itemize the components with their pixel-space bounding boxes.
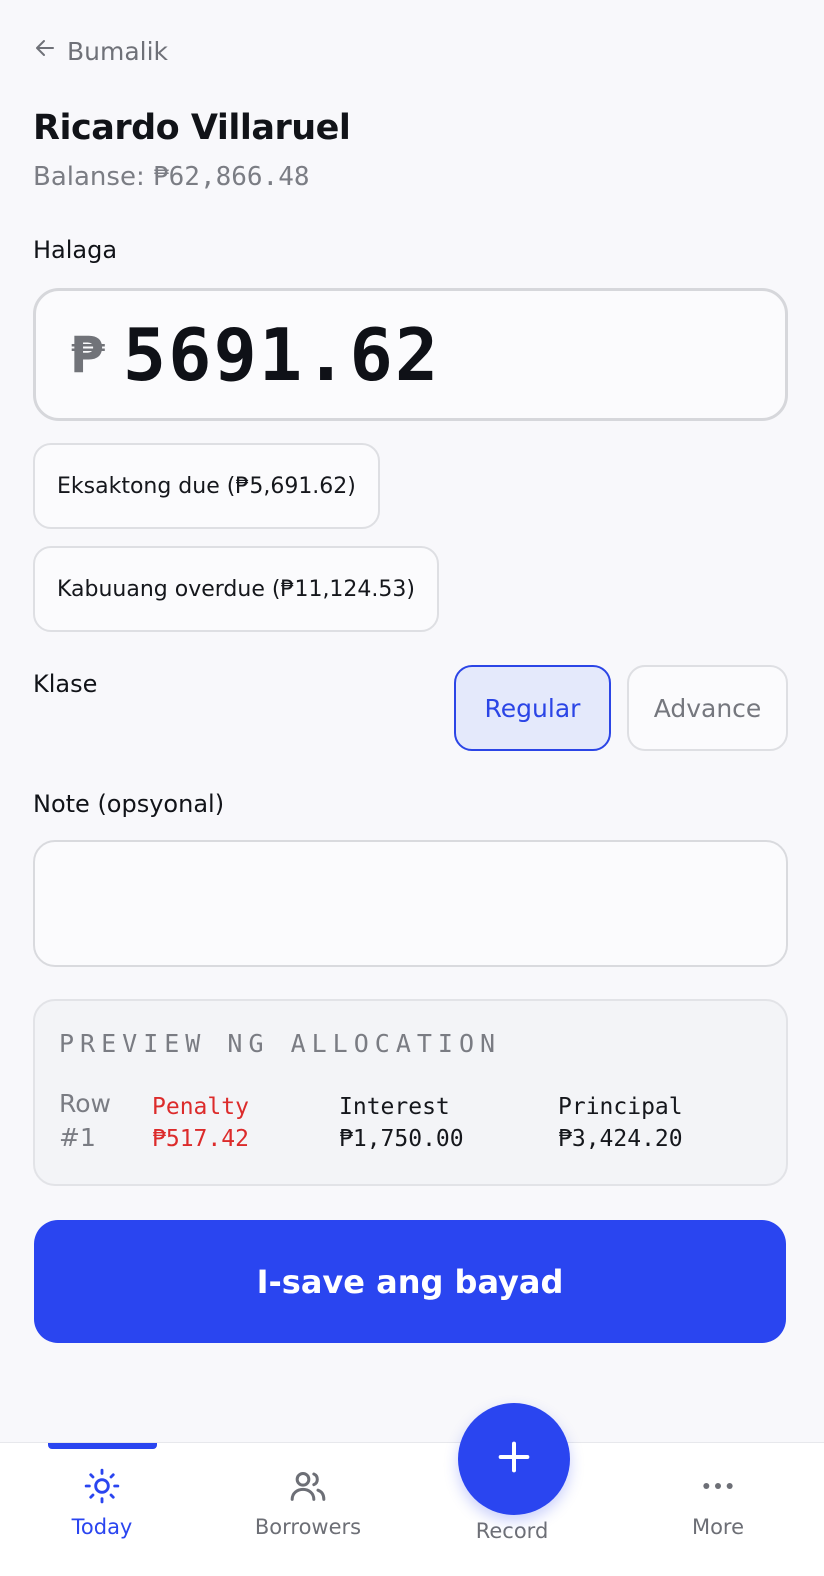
total-overdue-chip[interactable]: Kabuuang overdue (₱11,124.53) (33, 546, 439, 632)
type-advance-button[interactable]: Advance (627, 665, 788, 751)
principal-value: ₱3,424.20 (558, 1126, 683, 1152)
note-textarea[interactable] (33, 840, 788, 967)
preview-title: PREVIEW NG ALLOCATION (59, 1029, 502, 1058)
nav-record[interactable]: Record (432, 1519, 592, 1543)
nav-today[interactable]: Today (22, 1465, 182, 1539)
back-label: Bumalik (67, 36, 169, 66)
note-label: Note (opsyonal) (33, 790, 225, 818)
record-fab-button[interactable] (458, 1403, 570, 1515)
interest-allocation: Interest ₱1,750.00 (339, 1091, 464, 1155)
plus-icon (494, 1437, 534, 1481)
back-link[interactable]: Bumalik (33, 36, 168, 66)
principal-allocation: Principal ₱3,424.20 (558, 1091, 683, 1155)
interest-value: ₱1,750.00 (339, 1126, 464, 1152)
save-payment-button[interactable]: I-save ang bayad (34, 1220, 786, 1343)
balance-label: Balanse: (33, 162, 145, 192)
nav-record-label: Record (475, 1519, 549, 1543)
amount-input[interactable]: ₱ 5691.62 (33, 288, 788, 421)
penalty-label: Penalty (152, 1094, 249, 1120)
borrower-name: Ricardo Villaruel (33, 108, 351, 148)
bottom-nav: Today Borrowers Record More (0, 1442, 824, 1576)
balance-line: Balanse: ₱62,866.48 (33, 162, 310, 192)
balance-value: ₱62,866.48 (152, 162, 310, 192)
currency-symbol: ₱ (70, 325, 105, 384)
nav-more[interactable]: More (638, 1465, 798, 1539)
penalty-allocation: Penalty ₱517.42 (152, 1091, 249, 1155)
allocation-preview: PREVIEW NG ALLOCATION Row #1 Penalty ₱51… (33, 999, 788, 1186)
amount-value[interactable]: 5691.62 (123, 313, 440, 397)
active-tab-indicator (48, 1443, 157, 1449)
sun-icon (81, 1465, 123, 1507)
type-label: Klase (33, 670, 98, 698)
arrow-left-icon (33, 36, 57, 66)
penalty-value: ₱517.42 (152, 1126, 249, 1152)
principal-label: Principal (558, 1094, 683, 1120)
interest-label: Interest (339, 1094, 450, 1120)
nav-today-label: Today (71, 1515, 133, 1539)
nav-borrowers[interactable]: Borrowers (228, 1465, 388, 1539)
exact-due-chip[interactable]: Eksaktong due (₱5,691.62) (33, 443, 380, 529)
amount-label: Halaga (33, 236, 118, 264)
nav-more-label: More (691, 1515, 745, 1539)
nav-borrowers-label: Borrowers (254, 1515, 362, 1539)
preview-row-label: Row #1 (59, 1089, 111, 1152)
users-icon (287, 1465, 329, 1507)
type-regular-button[interactable]: Regular (454, 665, 611, 751)
more-dots-icon (697, 1465, 739, 1507)
